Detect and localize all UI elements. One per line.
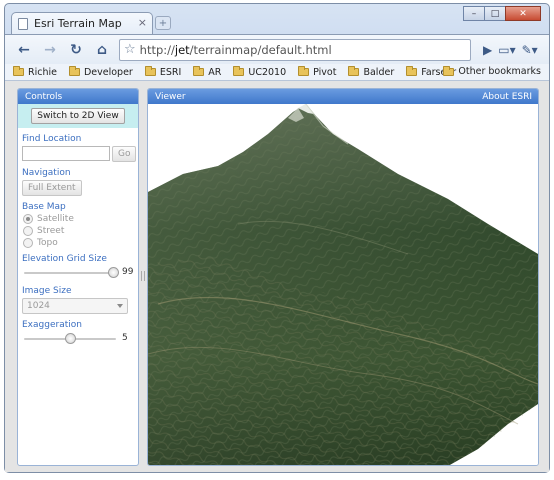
chevron-down-icon — [117, 304, 123, 308]
viewer-panel: Viewer About ESRI — [147, 88, 539, 466]
exaggeration-slider[interactable]: 5 — [22, 332, 138, 346]
viewer-header: Viewer About ESRI — [148, 89, 538, 104]
maximize-icon[interactable]: □ — [484, 6, 506, 21]
basemap-option-satellite[interactable]: Satellite — [23, 214, 138, 224]
switch-to-2d-button[interactable]: Switch to 2D View — [31, 108, 125, 124]
bookmark-folder[interactable]: AR — [193, 66, 221, 78]
browser-tab[interactable]: Esri Terrain Map × — [11, 12, 153, 34]
image-size-label: Image Size — [22, 286, 72, 296]
panel-splitter[interactable] — [141, 271, 145, 281]
address-bar[interactable]: ☆ http://jet/terrainmap/default.html — [119, 38, 471, 61]
bookmarks-bar: Richie Developer ESRI AR UC2010 Pivot Ba… — [5, 64, 549, 81]
about-esri-link[interactable]: About ESRI — [482, 92, 532, 102]
title-bar: Esri Terrain Map × + – □ ✕ — [5, 4, 549, 34]
back-icon[interactable]: ← — [13, 40, 35, 60]
minimize-icon[interactable]: – — [463, 6, 485, 21]
slider-track — [24, 272, 116, 274]
bookmark-star-icon[interactable]: ☆ — [124, 42, 136, 57]
navigation-label: Navigation — [22, 168, 71, 178]
find-location-label: Find Location — [22, 134, 82, 144]
go-arrow-icon[interactable]: ▶ — [483, 43, 492, 57]
close-window-icon[interactable]: ✕ — [505, 6, 541, 21]
elevation-grid-value: 99 — [122, 267, 134, 277]
switch-band: Switch to 2D View — [18, 104, 138, 128]
folder-icon — [144, 66, 156, 76]
close-tab-icon[interactable]: × — [138, 16, 147, 29]
basemap-option-topo[interactable]: Topo — [23, 238, 138, 248]
tab-title: Esri Terrain Map — [34, 17, 122, 30]
bookmark-folder[interactable]: Pivot — [298, 66, 336, 78]
folder-icon — [193, 66, 205, 76]
slider-thumb[interactable] — [64, 333, 76, 344]
folder-icon — [406, 66, 418, 76]
bookmark-folder[interactable]: Developer — [68, 66, 133, 78]
page-menu-icon[interactable]: ▭▾ — [498, 43, 515, 57]
exaggeration-value: 5 — [122, 333, 128, 343]
slider-thumb[interactable] — [107, 267, 119, 278]
new-tab-button[interactable]: + — [155, 16, 171, 30]
window-controls: – □ ✕ — [463, 6, 541, 21]
radio-button[interactable] — [23, 226, 33, 236]
reload-icon[interactable]: ↻ — [65, 40, 87, 60]
home-icon[interactable]: ⌂ — [91, 40, 113, 60]
navigation-toolbar: ← → ↻ ⌂ ☆ http://jet/terrainmap/default.… — [5, 34, 549, 64]
base-map-label: Base Map — [22, 202, 66, 212]
exaggeration-label: Exaggeration — [22, 320, 82, 330]
page-icon — [18, 17, 28, 30]
controls-panel: Controls Switch to 2D View Find Location… — [17, 88, 139, 466]
folder-icon — [298, 66, 310, 76]
other-bookmarks[interactable]: Other bookmarks — [443, 65, 541, 77]
bookmark-folder[interactable]: Richie — [13, 66, 57, 78]
controls-header: Controls — [18, 89, 138, 104]
bookmark-folder[interactable]: UC2010 — [233, 66, 286, 78]
folder-icon — [68, 66, 80, 76]
bookmark-folder[interactable]: Balder — [348, 66, 394, 78]
full-extent-button[interactable]: Full Extent — [22, 180, 82, 196]
radio-button[interactable] — [23, 238, 33, 248]
folder-icon — [443, 65, 455, 76]
folder-icon — [13, 66, 24, 76]
folder-icon — [348, 66, 360, 76]
image-size-select[interactable]: 1024 — [22, 298, 128, 314]
elevation-grid-size-label: Elevation Grid Size — [22, 254, 107, 264]
terrain-3d-view[interactable] — [148, 104, 538, 466]
bookmark-folder[interactable]: ESRI — [144, 66, 181, 78]
url-text[interactable]: http://jet/terrainmap/default.html — [140, 43, 332, 57]
find-location-input[interactable] — [22, 146, 110, 161]
forward-icon[interactable]: → — [39, 40, 61, 60]
folder-icon — [233, 66, 245, 76]
browser-window: Esri Terrain Map × + – □ ✕ ← → ↻ ⌂ ☆ htt… — [4, 3, 550, 473]
elevation-grid-slider[interactable]: 99 — [22, 266, 138, 280]
go-button[interactable]: Go — [112, 146, 137, 162]
basemap-option-street[interactable]: Street — [23, 226, 138, 236]
page-content: Controls Switch to 2D View Find Location… — [5, 81, 549, 472]
wrench-menu-icon[interactable]: ✎▾ — [522, 43, 538, 57]
radio-button[interactable] — [23, 214, 33, 224]
